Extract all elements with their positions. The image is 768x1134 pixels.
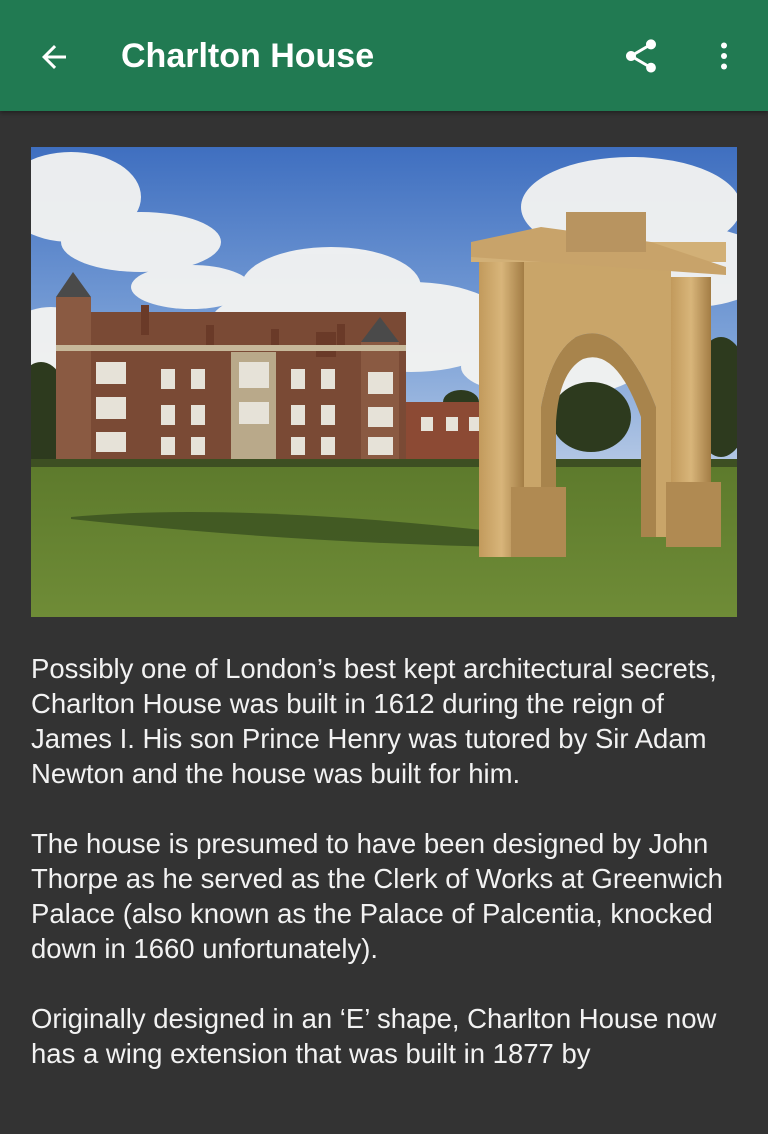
share-button[interactable] (610, 25, 672, 87)
article-scroll[interactable]: Possibly one of London’s best kept archi… (0, 111, 768, 1134)
article-paragraph: Possibly one of London’s best kept archi… (31, 653, 717, 789)
article-paragraph: Originally designed in an ‘E’ shape, Cha… (31, 1003, 717, 1069)
more-vert-icon (721, 42, 727, 70)
arrow-left-icon (42, 45, 66, 69)
page-title: Charlton House (121, 37, 375, 75)
article-paragraph: The house is presumed to have been desig… (31, 828, 723, 964)
share-icon (626, 39, 656, 73)
charlton-house-photo (31, 147, 737, 617)
more-options-button[interactable] (700, 25, 748, 87)
back-button[interactable] (22, 25, 86, 89)
app-bar: Charlton House (0, 0, 768, 111)
article-body: Possibly one of London’s best kept archi… (31, 651, 743, 1106)
